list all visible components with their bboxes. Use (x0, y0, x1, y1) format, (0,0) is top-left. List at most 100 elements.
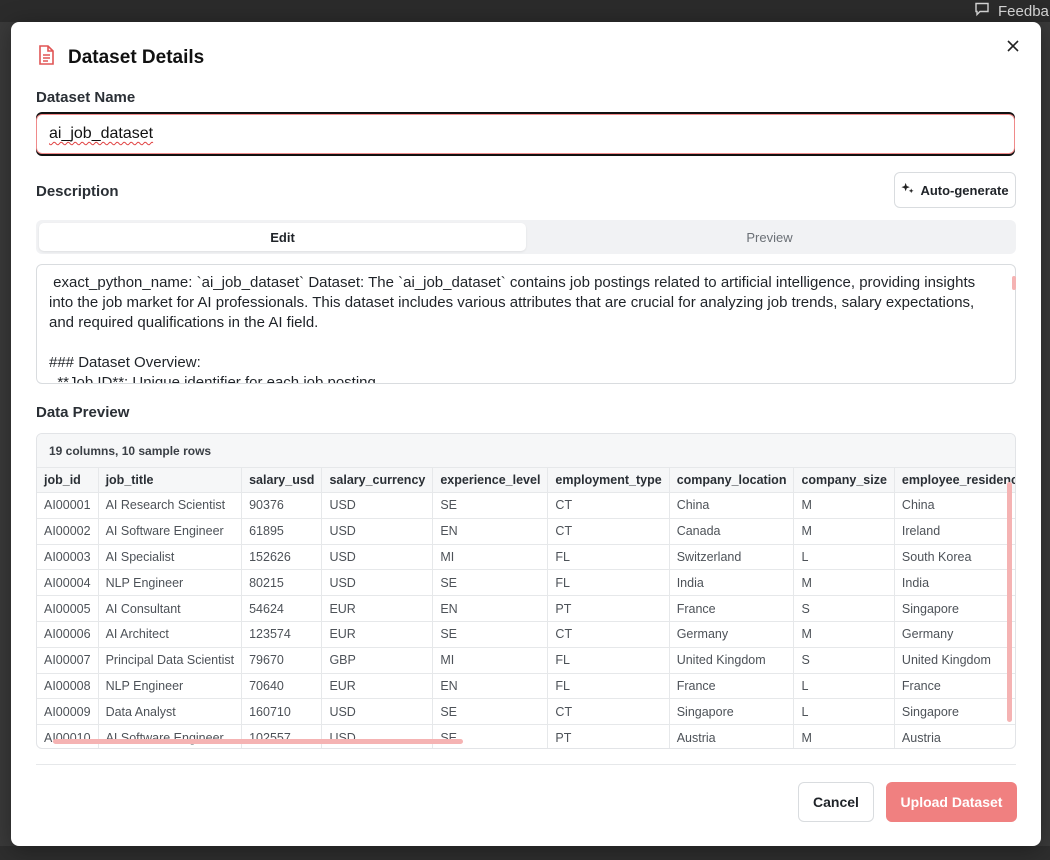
table-header-row: job_id job_title salary_usd salary_currency… (37, 468, 1015, 493)
table-cell: CT (547, 621, 670, 648)
table-cell: Singapore (894, 698, 1015, 726)
feedback-link[interactable]: Feedba (974, 0, 1049, 22)
dataset-name-input[interactable]: ai_job_dataset (36, 114, 1015, 154)
table-cell: USD (321, 569, 434, 597)
table-cell: CT (547, 518, 670, 545)
table-cell: NLP Engineer (98, 569, 243, 597)
table-cell: 90376 (241, 492, 323, 519)
feedback-label: Feedba (998, 2, 1049, 20)
table-cell: FL (547, 647, 670, 674)
column-header: salary_currency (321, 468, 434, 493)
table-cell: Singapore (894, 595, 1015, 622)
table-cell: EUR (321, 621, 434, 648)
table-cell: AI00008 (37, 673, 99, 700)
table-horizontal-scrollbar[interactable] (53, 739, 463, 744)
table-cell: China (669, 492, 795, 519)
description-textarea[interactable]: exact_python_name: `ai_job_dataset` Data… (36, 264, 1016, 384)
table-cell: AI Specialist (98, 544, 243, 571)
table-cell: SE (432, 492, 549, 519)
table-row: AI00004 NLP Engineer 80215 USD SE FL India M Ind… (37, 569, 1015, 597)
tab-preview[interactable]: Preview (526, 223, 1013, 251)
table-cell: Germany (894, 621, 1015, 648)
app-backdrop-top (0, 0, 1050, 22)
table-cell: L (793, 544, 895, 571)
table-cell: France (669, 595, 795, 622)
table-cell: M (793, 492, 895, 519)
table-cell: USD (321, 698, 434, 726)
table-cell: Austria (669, 724, 795, 748)
cancel-button[interactable]: Cancel (798, 782, 874, 822)
auto-generate-label: Auto-generate (920, 182, 1009, 198)
table-cell: EUR (321, 673, 434, 700)
upload-dataset-button[interactable]: Upload Dataset (886, 782, 1017, 822)
table-vertical-scrollbar[interactable] (1007, 482, 1012, 722)
column-header: job_title (98, 468, 243, 493)
preview-caption: 19 columns, 10 sample rows (37, 434, 1015, 468)
description-label: Description (36, 183, 119, 200)
table-cell: FL (547, 673, 670, 700)
table-cell: NLP Engineer (98, 673, 243, 700)
table-cell: FL (547, 544, 670, 571)
table-cell: PT (547, 595, 670, 622)
table-row: AI00007 Principal Data Scientist 79670 GBP M… (37, 647, 1015, 674)
table-row: AI00009 Data Analyst 160710 USD SE CT Singapor… (37, 698, 1015, 726)
table-cell: Austria (894, 724, 1015, 748)
table-cell: AI Architect (98, 621, 243, 648)
table-cell: CT (547, 492, 670, 519)
message-icon (974, 1, 990, 21)
document-icon (36, 44, 56, 71)
table-body: AI00001 AI Research Scientist 90376 USD SE CT… (37, 492, 1015, 748)
table-cell: CT (547, 698, 670, 726)
table-cell: South Korea (894, 544, 1015, 571)
table-cell: India (669, 569, 795, 597)
table-cell: AI00004 (37, 569, 99, 597)
column-header: company_location (669, 468, 795, 493)
dataset-details-modal: Dataset Details Dataset Name ai_job_data… (11, 22, 1041, 846)
sparkle-icon (901, 182, 914, 198)
table-cell: SE (432, 621, 549, 648)
column-header: experience_level (432, 468, 549, 493)
table-cell: AI Research Scientist (98, 492, 243, 519)
table-cell: SE (432, 569, 549, 597)
description-scrollbar[interactable] (1012, 276, 1016, 290)
table-row: AI00006 AI Architect 123574 EUR SE CT Germany M… (37, 621, 1015, 648)
table-cell: AI Software Engineer (98, 724, 243, 748)
table-cell: Ireland (894, 518, 1015, 545)
table-cell: Canada (669, 518, 795, 545)
footer-divider (36, 764, 1016, 765)
table-cell: AI00006 (37, 621, 99, 648)
table-cell: China (894, 492, 1015, 519)
table-row: AI00001 AI Research Scientist 90376 USD SE CT… (37, 492, 1015, 519)
data-preview-table: job_id job_title salary_usd salary_currency… (37, 468, 1015, 748)
modal-title: Dataset Details (68, 46, 205, 68)
table-cell: 80215 (241, 569, 323, 597)
tab-edit[interactable]: Edit (39, 223, 526, 251)
table-cell: 61895 (241, 518, 323, 545)
close-button[interactable] (1003, 38, 1023, 58)
table-cell: Germany (669, 621, 795, 648)
table-cell: AI00003 (37, 544, 99, 571)
close-icon (1007, 39, 1019, 57)
auto-generate-button[interactable]: Auto-generate (894, 172, 1016, 208)
table-row: AI00002 AI Software Engineer 61895 USD EN CT C… (37, 518, 1015, 545)
table-cell: India (894, 569, 1015, 597)
table-cell: MI (432, 647, 549, 674)
table-cell: FL (547, 569, 670, 597)
table-cell: S (793, 647, 895, 674)
column-header: company_size (793, 468, 895, 493)
table-cell: AI00001 (37, 492, 99, 519)
table-cell: 160710 (241, 698, 323, 726)
table-cell: 70640 (241, 673, 323, 700)
table-cell: PT (547, 724, 670, 748)
data-preview-table-container: 19 columns, 10 sample rows job_id job_tit… (36, 433, 1016, 749)
column-header: employment_type (547, 468, 670, 493)
app-backdrop-bottom (0, 846, 1050, 860)
table-cell: EUR (321, 595, 434, 622)
table-cell: United Kingdom (669, 647, 795, 674)
table-cell: EN (432, 518, 549, 545)
table-cell: AI Consultant (98, 595, 243, 622)
column-header: salary_usd (241, 468, 323, 493)
table-cell: 102557 (241, 724, 323, 748)
table-row: AI00010 AI Software Engineer 102557 USD SE PT… (37, 724, 1015, 748)
table-cell: USD (321, 518, 434, 545)
